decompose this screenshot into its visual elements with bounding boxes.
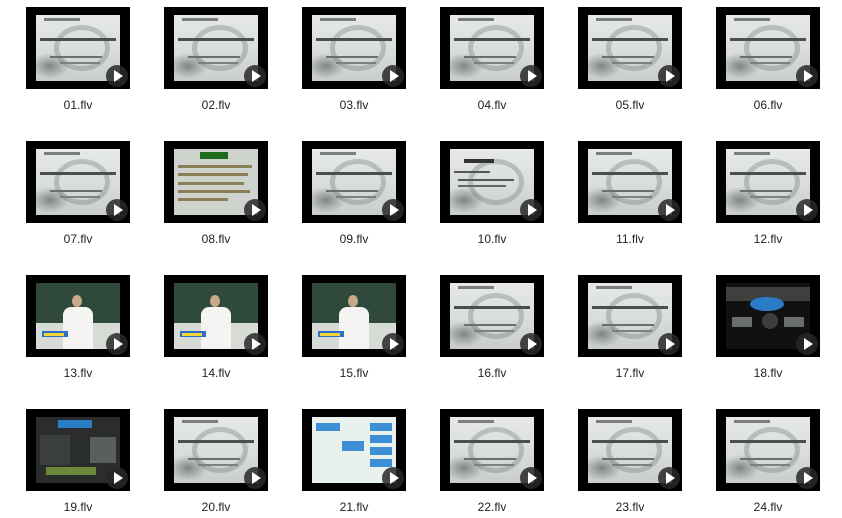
file-name: 16.flv (477, 366, 507, 380)
video-thumbnail[interactable] (578, 7, 682, 89)
play-icon (382, 65, 404, 87)
file-name: 08.flv (201, 232, 231, 246)
video-thumbnail[interactable] (26, 141, 130, 223)
file-item[interactable]: 11.flv (578, 141, 682, 246)
video-thumbnail[interactable] (164, 409, 268, 491)
video-thumbnail[interactable] (302, 141, 406, 223)
file-item[interactable]: 21.flv (302, 409, 406, 514)
file-name: 04.flv (477, 98, 507, 112)
file-name: 24.flv (753, 500, 783, 514)
file-name: 07.flv (63, 232, 93, 246)
video-thumbnail[interactable] (716, 7, 820, 89)
play-icon (658, 199, 680, 221)
play-icon (658, 467, 680, 489)
file-item[interactable]: 24.flv (716, 409, 820, 514)
file-item[interactable]: 14.flv (164, 275, 268, 380)
file-name: 17.flv (615, 366, 645, 380)
video-thumbnail[interactable] (440, 409, 544, 491)
file-item[interactable]: 08.flv (164, 141, 268, 246)
file-item[interactable]: 19.flv (26, 409, 130, 514)
video-thumbnail[interactable] (164, 7, 268, 89)
video-thumbnail[interactable] (440, 141, 544, 223)
play-icon (658, 65, 680, 87)
file-item[interactable]: 20.flv (164, 409, 268, 514)
play-icon (106, 333, 128, 355)
video-thumbnail[interactable] (302, 275, 406, 357)
file-item[interactable]: 18.flv (716, 275, 820, 380)
video-thumbnail[interactable] (164, 141, 268, 223)
video-thumbnail[interactable] (578, 409, 682, 491)
play-icon (244, 65, 266, 87)
video-thumbnail[interactable] (302, 7, 406, 89)
play-icon (520, 333, 542, 355)
play-icon (244, 199, 266, 221)
file-item[interactable]: 03.flv (302, 7, 406, 112)
file-item[interactable]: 13.flv (26, 275, 130, 380)
file-item[interactable]: 12.flv (716, 141, 820, 246)
file-name: 14.flv (201, 366, 231, 380)
file-name: 01.flv (63, 98, 93, 112)
play-icon (796, 65, 818, 87)
file-item[interactable]: 06.flv (716, 7, 820, 112)
file-name: 12.flv (753, 232, 783, 246)
play-icon (520, 199, 542, 221)
file-item[interactable]: 01.flv (26, 7, 130, 112)
file-name: 22.flv (477, 500, 507, 514)
file-item[interactable]: 04.flv (440, 7, 544, 112)
file-name: 10.flv (477, 232, 507, 246)
file-item[interactable]: 15.flv (302, 275, 406, 380)
file-name: 15.flv (339, 366, 369, 380)
video-thumbnail[interactable] (716, 409, 820, 491)
file-item[interactable]: 22.flv (440, 409, 544, 514)
file-name: 13.flv (63, 366, 93, 380)
play-icon (796, 333, 818, 355)
play-icon (244, 333, 266, 355)
file-name: 18.flv (753, 366, 783, 380)
file-grid: 01.flv 02.flv 03.flv 04.flv 05.flv 06.flv 07.f… (0, 0, 842, 518)
video-thumbnail[interactable] (164, 275, 268, 357)
video-thumbnail[interactable] (440, 7, 544, 89)
video-thumbnail[interactable] (26, 409, 130, 491)
video-thumbnail[interactable] (26, 275, 130, 357)
play-icon (106, 467, 128, 489)
play-icon (520, 467, 542, 489)
file-name: 20.flv (201, 500, 231, 514)
file-name: 05.flv (615, 98, 645, 112)
file-name: 06.flv (753, 98, 783, 112)
video-thumbnail[interactable] (716, 141, 820, 223)
file-item[interactable]: 02.flv (164, 7, 268, 112)
video-thumbnail[interactable] (578, 141, 682, 223)
video-thumbnail[interactable] (26, 7, 130, 89)
play-icon (382, 199, 404, 221)
play-icon (658, 333, 680, 355)
play-icon (382, 467, 404, 489)
file-name: 09.flv (339, 232, 369, 246)
file-name: 02.flv (201, 98, 231, 112)
video-thumbnail[interactable] (578, 275, 682, 357)
file-item[interactable]: 16.flv (440, 275, 544, 380)
file-name: 03.flv (339, 98, 369, 112)
play-icon (106, 199, 128, 221)
file-name: 19.flv (63, 500, 93, 514)
video-thumbnail[interactable] (302, 409, 406, 491)
video-thumbnail[interactable] (716, 275, 820, 357)
play-icon (244, 467, 266, 489)
file-item[interactable]: 17.flv (578, 275, 682, 380)
file-item[interactable]: 05.flv (578, 7, 682, 112)
file-item[interactable]: 10.flv (440, 141, 544, 246)
file-item[interactable]: 23.flv (578, 409, 682, 514)
video-thumbnail[interactable] (440, 275, 544, 357)
file-name: 23.flv (615, 500, 645, 514)
file-item[interactable]: 09.flv (302, 141, 406, 246)
file-name: 11.flv (616, 232, 644, 246)
file-name: 21.flv (339, 500, 369, 514)
play-icon (520, 65, 542, 87)
play-icon (796, 467, 818, 489)
play-icon (106, 65, 128, 87)
file-item[interactable]: 07.flv (26, 141, 130, 246)
play-icon (796, 199, 818, 221)
play-icon (382, 333, 404, 355)
